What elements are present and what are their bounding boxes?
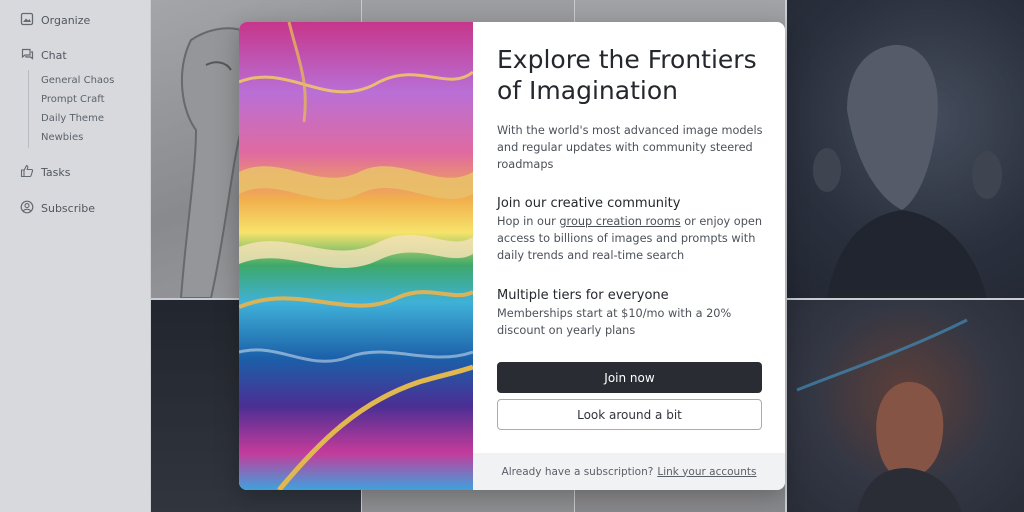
sidebar-item-label: Chat	[41, 49, 67, 62]
modal-footer: Already have a subscription? Link your a…	[473, 453, 785, 490]
sidebar-item-chat[interactable]: Chat	[20, 47, 67, 64]
subscription-modal: Explore the Frontiers of Imagination Wit…	[239, 22, 785, 490]
modal-title: Explore the Frontiers of Imagination	[497, 45, 757, 105]
sidebar-item-subscribe[interactable]: Subscribe	[20, 200, 95, 217]
tiers-description: Memberships start at $10/mo with a 20% d…	[497, 307, 732, 337]
chat-icon	[20, 47, 34, 64]
modal-intro: With the world's most advanced image mod…	[497, 124, 763, 171]
modal-content: Explore the Frontiers of Imagination Wit…	[497, 44, 765, 339]
sidebar-channel-prompt-craft[interactable]: Prompt Craft	[41, 94, 105, 105]
marble-art-image	[239, 22, 474, 490]
user-circle-icon	[20, 200, 34, 217]
sidebar-item-label: Tasks	[41, 166, 71, 179]
sidebar-item-organize[interactable]: Organize	[20, 12, 90, 29]
sidebar-item-label: Organize	[41, 14, 91, 27]
gallery-image[interactable]	[787, 0, 1024, 298]
community-description: Hop in our group creation rooms or enjoy…	[497, 215, 762, 262]
link-accounts-link[interactable]: Link your accounts	[657, 466, 756, 478]
sidebar-item-tasks[interactable]: Tasks	[20, 164, 70, 181]
join-now-button[interactable]: Join now	[497, 362, 762, 393]
sidebar-divider	[28, 70, 29, 148]
group-creation-rooms-link[interactable]: group creation rooms	[559, 215, 680, 228]
sidebar-channel-newbies[interactable]: Newbies	[41, 132, 83, 143]
sidebar: Organize Chat General Chaos Prompt Craft…	[0, 0, 150, 512]
community-heading: Join our creative community	[497, 196, 681, 211]
tiers-heading: Multiple tiers for everyone	[497, 288, 669, 303]
sidebar-item-label: Subscribe	[41, 202, 96, 215]
gallery-image[interactable]	[787, 300, 1024, 512]
look-around-button[interactable]: Look around a bit	[497, 399, 762, 430]
sidebar-channel-general-chaos[interactable]: General Chaos	[41, 75, 114, 86]
image-icon	[20, 12, 34, 29]
thumbs-up-icon	[20, 164, 34, 181]
footer-text: Already have a subscription?	[501, 465, 654, 478]
sidebar-channel-daily-theme[interactable]: Daily Theme	[41, 113, 104, 124]
